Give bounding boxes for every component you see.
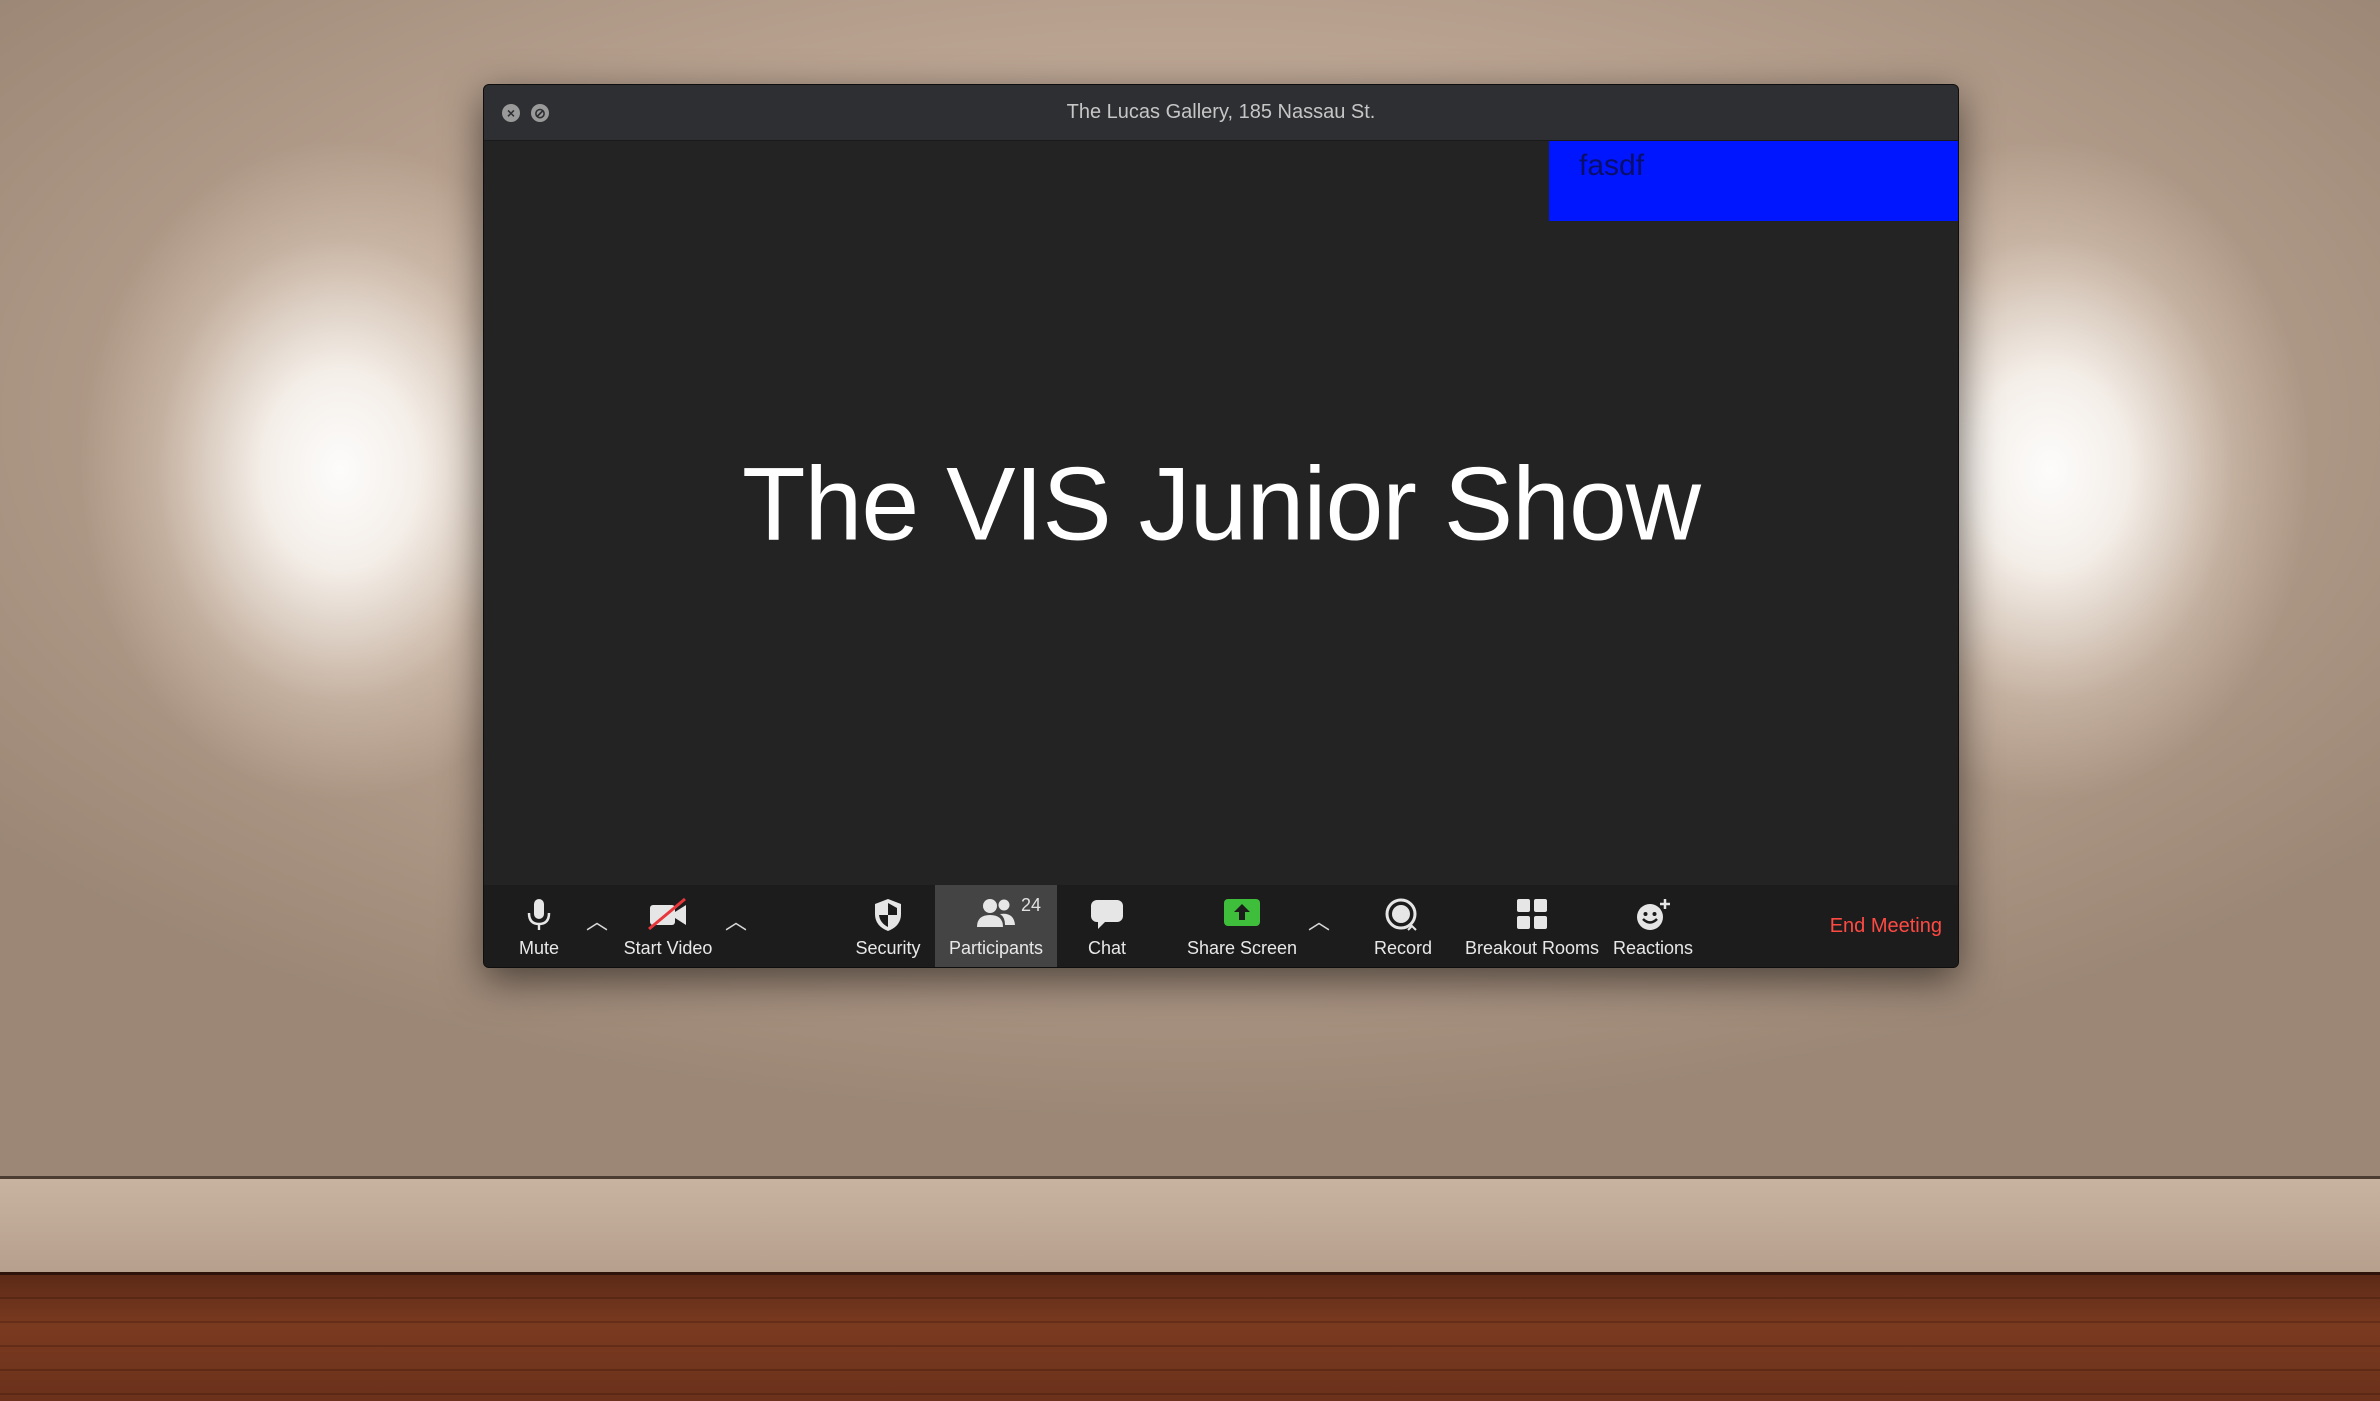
security-button[interactable]: Security [846, 885, 930, 967]
video-off-icon [647, 897, 689, 936]
baseboard [0, 1176, 2380, 1279]
breakout-rooms-button[interactable]: Breakout Rooms [1462, 885, 1602, 967]
record-button[interactable]: Record [1362, 885, 1444, 967]
audio-options-chevron-icon[interactable]: ︿ [582, 907, 612, 937]
slide-title: The VIS Junior Show [742, 446, 1701, 563]
title-bar[interactable]: × ⊘ The Lucas Gallery, 185 Nassau St. [484, 85, 1958, 141]
share-arrow-icon [1223, 897, 1261, 934]
reactions-label: Reactions [1612, 938, 1694, 958]
video-options-chevron-icon[interactable]: ︿ [721, 907, 751, 937]
start-video-button[interactable]: Start Video [618, 885, 718, 967]
share-screen-button[interactable]: Share Screen [1182, 885, 1302, 967]
reactions-button[interactable]: Reactions [1608, 885, 1698, 967]
grid-icon [1515, 897, 1549, 936]
chat-bubble-icon [1089, 897, 1125, 936]
participants-count-badge: 24 [1021, 895, 1042, 915]
participants-label: Participants [948, 938, 1044, 958]
overlay-text: fasdf [1579, 149, 1645, 182]
chat-label: Chat [1087, 938, 1127, 958]
record-icon [1384, 897, 1422, 940]
mute-label: Mute [518, 938, 560, 958]
microphone-icon [525, 897, 553, 938]
shield-icon [872, 897, 904, 938]
meeting-toolbar: Mute ︿ Start Video ︿ Security 24 Partici… [484, 885, 1958, 967]
meeting-window: × ⊘ The Lucas Gallery, 185 Nassau St. Th… [483, 84, 1959, 968]
security-label: Security [855, 938, 921, 958]
participants-icon [976, 897, 1016, 934]
window-title: The Lucas Gallery, 185 Nassau St. [1066, 101, 1376, 123]
share-screen-label: Share Screen [1186, 938, 1298, 958]
wood-floor [0, 1272, 2380, 1401]
mute-button[interactable]: Mute [504, 885, 574, 967]
start-video-label: Start Video [623, 938, 713, 958]
chat-button[interactable]: Chat [1062, 885, 1152, 967]
participants-button[interactable]: 24 Participants [935, 885, 1057, 967]
smiley-add-icon [1634, 897, 1672, 938]
breakout-rooms-label: Breakout Rooms [1464, 938, 1600, 958]
end-meeting-button[interactable]: End Meeting [1830, 885, 1942, 967]
record-label: Record [1373, 938, 1433, 958]
overlay-banner: fasdf [1549, 141, 1958, 221]
share-options-chevron-icon[interactable]: ︿ [1304, 907, 1334, 937]
